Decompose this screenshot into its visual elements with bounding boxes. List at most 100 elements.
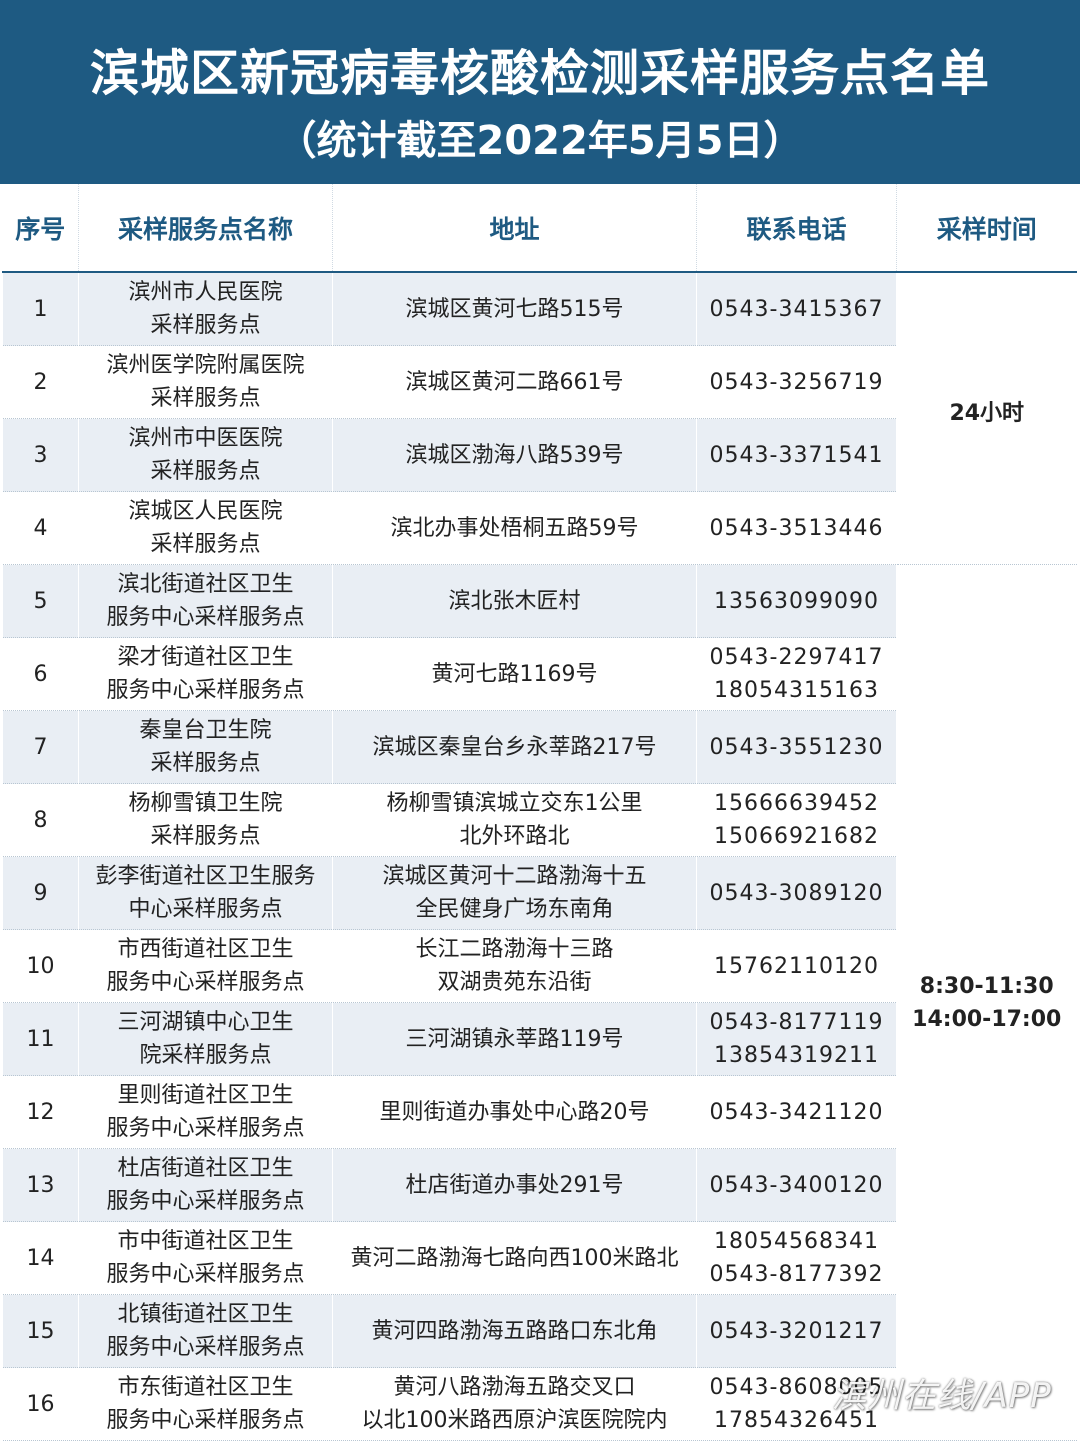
row-address: 黄河二路渤海七路向西100米路北 xyxy=(332,1221,697,1295)
address-line-2: 双湖贵苑东沿街 xyxy=(437,970,592,995)
row-address: 黄河七路1169号 xyxy=(332,637,697,711)
address-line-2: 北外环路北 xyxy=(459,824,570,849)
row-site-name: 市东街道社区卫生 服务中心采样服务点 xyxy=(78,1367,333,1441)
column-header-time: 采样时间 xyxy=(896,184,1077,273)
phone-line-2: 17854326451 xyxy=(714,1408,879,1433)
phone-line-1: 18054568341 xyxy=(714,1229,879,1254)
phone-line-1: 0543-3513446 xyxy=(709,515,884,541)
row-site-name: 杜店街道社区卫生 服务中心采样服务点 xyxy=(78,1148,333,1222)
address-line-1: 滨北办事处梧桐五路59号 xyxy=(390,515,639,541)
site-name-line-2: 采样服务点 xyxy=(150,824,261,849)
time-group-daytime: 8:30-11:30 14:00-17:00 xyxy=(896,564,1077,1441)
address-line-1: 黄河四路渤海五路路口东北角 xyxy=(371,1318,658,1344)
row-site-name: 秦皇台卫生院 采样服务点 xyxy=(78,710,333,784)
row-address: 滨城区渤海八路539号 xyxy=(332,418,697,492)
row-phone: 0543-3421120 xyxy=(696,1075,897,1149)
row-phone: 0543-3415367 xyxy=(696,272,897,346)
page-title: 滨城区新冠病毒核酸检测采样服务点名单 xyxy=(89,45,990,102)
row-seq: 7 xyxy=(2,710,79,784)
row-seq: 2 xyxy=(2,345,79,419)
row-site-name: 杨柳雪镇卫生院 采样服务点 xyxy=(78,783,333,857)
row-phone: 18054568341 0543-8177392 xyxy=(696,1221,897,1295)
site-name-line-2: 服务中心采样服务点 xyxy=(106,1116,305,1141)
column-header-name: 采样服务点名称 xyxy=(78,184,333,273)
row-address: 滨城区秦皇台乡永莘路217号 xyxy=(332,710,697,784)
address-line-1: 滨城区黄河二路661号 xyxy=(405,369,624,395)
row-phone: 0543-3201217 xyxy=(696,1294,897,1368)
row-phone: 0543-3513446 xyxy=(696,491,897,565)
row-seq: 3 xyxy=(2,418,79,492)
site-name-line-2: 服务中心采样服务点 xyxy=(106,970,305,995)
row-seq: 11 xyxy=(2,1002,79,1076)
site-name-line-1: 杜店街道社区卫生 xyxy=(117,1156,294,1181)
site-name-line-1: 滨城区人民医院 xyxy=(128,499,283,524)
site-name-line-2: 服务中心采样服务点 xyxy=(106,1335,305,1360)
row-phone: 0543-3089120 xyxy=(696,856,897,930)
site-name-line-2: 采样服务点 xyxy=(150,532,261,557)
address-line-1: 杜店街道办事处291号 xyxy=(405,1172,624,1198)
address-line-1: 滨城区黄河七路515号 xyxy=(405,296,624,322)
phone-line-1: 0543-3371541 xyxy=(709,442,884,468)
row-seq: 9 xyxy=(2,856,79,930)
address-line-1: 杨柳雪镇滨城立交东1公里 xyxy=(386,791,643,816)
row-seq: 12 xyxy=(2,1075,79,1149)
site-name-line-1: 滨北街道社区卫生 xyxy=(117,572,294,597)
phone-line-1: 15762110120 xyxy=(714,953,879,979)
address-line-1: 里则街道办事处中心路20号 xyxy=(379,1099,650,1125)
time-group-24h: 24小时 xyxy=(896,272,1077,565)
site-name-line-2: 服务中心采样服务点 xyxy=(106,1189,305,1214)
row-site-name: 滨州市中医医院 采样服务点 xyxy=(78,418,333,492)
phone-line-1: 0543-8608005 xyxy=(709,1375,884,1400)
table-row: 5 滨北街道社区卫生 服务中心采样服务点 滨北张木匠村 13563099090 8:30-… xyxy=(2,564,1077,1441)
address-line-1: 滨城区秦皇台乡永莘路217号 xyxy=(372,734,657,760)
row-seq: 13 xyxy=(2,1148,79,1222)
row-address: 滨城区黄河七路515号 xyxy=(332,272,697,346)
site-name-line-1: 里则街道社区卫生 xyxy=(117,1083,294,1108)
row-phone: 0543-3256719 xyxy=(696,345,897,419)
site-name-line-2: 服务中心采样服务点 xyxy=(106,1262,305,1287)
row-site-name: 滨北街道社区卫生 服务中心采样服务点 xyxy=(78,564,333,638)
row-address: 里则街道办事处中心路20号 xyxy=(332,1075,697,1149)
row-phone: 15666639452 15066921682 xyxy=(696,783,897,857)
row-address: 滨北办事处梧桐五路59号 xyxy=(332,491,697,565)
row-phone: 15762110120 xyxy=(696,929,897,1003)
row-address: 杨柳雪镇滨城立交东1公里 北外环路北 xyxy=(332,783,697,857)
row-seq: 4 xyxy=(2,491,79,565)
row-address: 滨北张木匠村 xyxy=(332,564,697,638)
site-name-line-2: 采样服务点 xyxy=(150,459,261,484)
row-address: 长江二路渤海十三路 双湖贵苑东沿街 xyxy=(332,929,697,1003)
row-seq: 14 xyxy=(2,1221,79,1295)
site-name-line-1: 滨州市人民医院 xyxy=(128,280,283,305)
phone-line-1: 0543-3421120 xyxy=(709,1099,884,1125)
row-seq: 6 xyxy=(2,637,79,711)
address-line-2: 以北100米路西原沪滨医院院内 xyxy=(361,1408,668,1433)
phone-line-1: 13563099090 xyxy=(714,588,879,614)
row-site-name: 三河湖镇中心卫生 院采样服务点 xyxy=(78,1002,333,1076)
phone-line-1: 0543-3089120 xyxy=(709,880,884,906)
site-name-line-1: 市东街道社区卫生 xyxy=(117,1375,294,1400)
row-phone: 13563099090 xyxy=(696,564,897,638)
row-seq: 5 xyxy=(2,564,79,638)
column-header-seq: 序号 xyxy=(2,184,79,273)
phone-line-1: 0543-2297417 xyxy=(709,645,884,670)
row-address: 黄河四路渤海五路路口东北角 xyxy=(332,1294,697,1368)
address-line-1: 三河湖镇永莘路119号 xyxy=(405,1026,624,1052)
row-seq: 10 xyxy=(2,929,79,1003)
phone-line-1: 0543-8177119 xyxy=(709,1010,884,1035)
site-name-line-1: 三河湖镇中心卫生 xyxy=(117,1010,294,1035)
site-name-line-1: 滨州市中医医院 xyxy=(128,426,283,451)
site-name-line-1: 滨州医学院附属医院 xyxy=(106,353,305,378)
phone-line-1: 0543-3551230 xyxy=(709,734,884,760)
phone-line-2: 13854319211 xyxy=(714,1043,879,1068)
address-line-1: 黄河二路渤海七路向西100米路北 xyxy=(350,1245,679,1271)
row-address: 杜店街道办事处291号 xyxy=(332,1148,697,1222)
site-name-line-2: 服务中心采样服务点 xyxy=(106,1408,305,1433)
row-phone: 0543-3551230 xyxy=(696,710,897,784)
address-line-1: 长江二路渤海十三路 xyxy=(415,937,614,962)
row-phone: 0543-8177119 13854319211 xyxy=(696,1002,897,1076)
page-subtitle: （统计截至2022年5月5日） xyxy=(276,118,804,164)
address-line-1: 黄河七路1169号 xyxy=(431,661,598,687)
row-site-name: 市西街道社区卫生 服务中心采样服务点 xyxy=(78,929,333,1003)
time-24h-text: 24小时 xyxy=(949,401,1025,426)
row-seq: 1 xyxy=(2,272,79,346)
